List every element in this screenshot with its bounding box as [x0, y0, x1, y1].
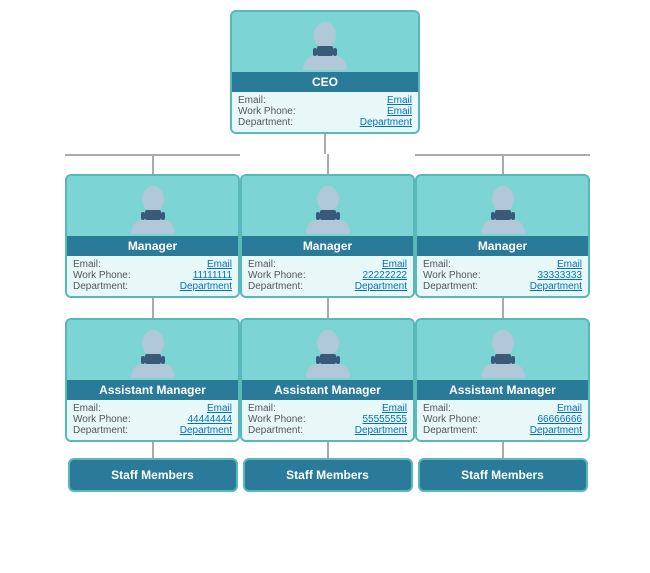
ceo-avatar: [232, 12, 418, 72]
manager-title-2: Manager: [417, 236, 588, 256]
asst-title-2: Assistant Manager: [417, 380, 588, 400]
staff-card-1: Staff Members: [243, 458, 413, 492]
ceo-down-line: [324, 134, 326, 154]
ceo-phone-label: Work Phone:: [238, 106, 296, 117]
person-icon-1: [302, 182, 354, 234]
manager-title-0: Manager: [67, 236, 238, 256]
ceo-email-value: Email: [270, 95, 412, 106]
person-icon-asst-0: [127, 326, 179, 378]
ceo-dept-row: Department: Department: [238, 117, 412, 128]
ceo-branch: CEO Email: Email Work Phone: Email Depar…: [65, 10, 585, 492]
ceo-email-row: Email: Email: [238, 95, 412, 106]
manager-branch-bar: Manager Email: Email Work Phone: 1111111…: [65, 154, 585, 492]
asst-title-0: Assistant Manager: [67, 380, 238, 400]
ceo-dept-label: Department:: [238, 117, 293, 128]
ceo-email-label: Email:: [238, 95, 266, 106]
org-chart: CEO Email: Email Work Phone: Email Depar…: [10, 10, 640, 492]
manager-left-branch: Manager Email: Email Work Phone: 1111111…: [65, 154, 240, 492]
ceo-phone-value: Email: [300, 106, 412, 117]
ceo-title: CEO: [232, 72, 418, 92]
person-icon-2: [477, 182, 529, 234]
staff-card-0: Staff Members: [68, 458, 238, 492]
asst-card-1: Assistant Manager Email: Email Work Phon…: [240, 318, 415, 442]
asst-title-1: Assistant Manager: [242, 380, 413, 400]
manager-avatar-0: [67, 176, 238, 236]
asst-card-0: Assistant Manager Email: Email Work Phon…: [65, 318, 240, 442]
person-icon-0: [127, 182, 179, 234]
ceo-body: Email: Email Work Phone: Email Departmen…: [232, 92, 418, 132]
manager-card-2: Manager Email: Email Work Phone: 3333333…: [415, 174, 590, 298]
person-icon: [299, 18, 351, 70]
ceo-phone-row: Work Phone: Email: [238, 106, 412, 117]
person-icon-asst-1: [302, 326, 354, 378]
manager-body-0: Email: Email Work Phone: 11111111 Depart…: [67, 256, 238, 296]
manager-card-0: Manager Email: Email Work Phone: 1111111…: [65, 174, 240, 298]
person-icon-asst-2: [477, 326, 529, 378]
staff-card-2: Staff Members: [418, 458, 588, 492]
ceo-dept-value: Department: [297, 117, 412, 128]
ceo-card: CEO Email: Email Work Phone: Email Depar…: [230, 10, 420, 134]
manager-title-1: Manager: [242, 236, 413, 256]
manager-card-1: Manager Email: Email Work Phone: 2222222…: [240, 174, 415, 298]
left-down-line: [152, 156, 154, 174]
manager-right-branch: Manager Email: Email Work Phone: 3333333…: [415, 154, 590, 492]
manager-mid-branch: Manager Email: Email Work Phone: 2222222…: [240, 154, 415, 492]
asst-card-2: Assistant Manager Email: Email Work Phon…: [415, 318, 590, 442]
